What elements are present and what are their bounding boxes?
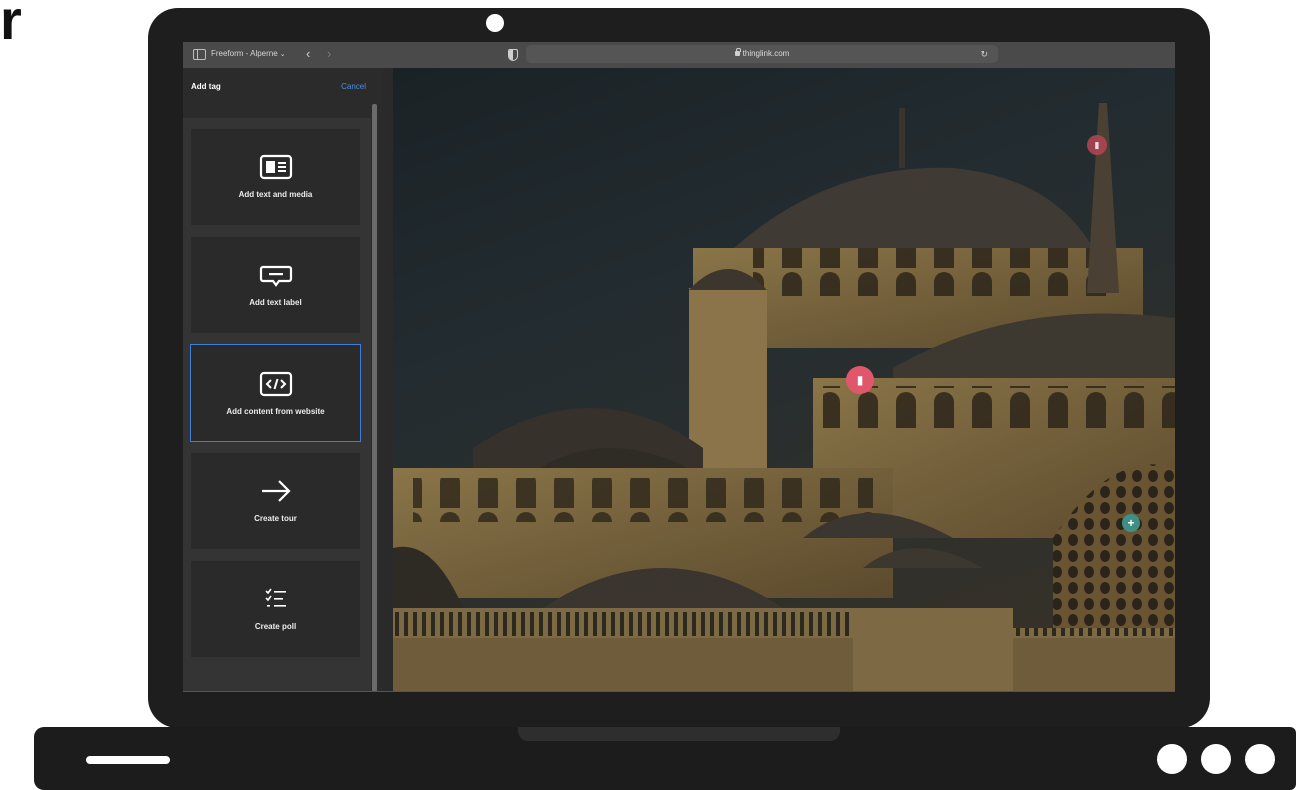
shield-icon[interactable] <box>508 49 518 61</box>
address-bar[interactable]: thinglink.com ↻ <box>526 45 998 63</box>
laptop-base-notch <box>518 727 840 741</box>
panel-title: Add tag <box>191 82 221 91</box>
base-dot <box>1157 744 1187 774</box>
panel-scrollbar[interactable] <box>372 104 377 692</box>
cancel-button[interactable]: Cancel <box>341 82 366 91</box>
sidebar-toggle-icon[interactable] <box>193 49 206 60</box>
base-dot <box>1201 744 1231 774</box>
image-canvas[interactable]: ▮ ▮ + <box>393 68 1175 692</box>
add-content-from-website-card[interactable]: Add content from website <box>190 344 361 442</box>
plus-circle-icon: + <box>1127 516 1135 530</box>
card-label: Create tour <box>254 514 297 523</box>
panel-card-list: Add text and media Add text label Add co… <box>183 118 371 692</box>
back-button[interactable]: ‹ <box>306 46 310 61</box>
add-text-and-media-card[interactable]: Add text and media <box>191 129 360 225</box>
create-poll-card[interactable]: Create poll <box>191 561 360 657</box>
arrow-right-icon <box>261 480 291 502</box>
forward-button[interactable]: › <box>327 46 331 61</box>
add-tag-panel: Add tag Cancel Add text and media Add te… <box>183 68 382 692</box>
url-text: thinglink.com <box>742 49 790 58</box>
text-media-icon <box>259 154 292 180</box>
add-text-label-card[interactable]: Add text label <box>191 237 360 333</box>
laptop-screen: Freeform - Alperne ⌄ ‹ › thinglink.com ↻ … <box>183 42 1175 692</box>
card-label: Add content from website <box>226 407 325 416</box>
map-icon: ▮ <box>1094 139 1100 150</box>
map-tag-hotspot[interactable]: ▮ <box>846 366 874 394</box>
code-icon <box>259 371 292 397</box>
card-label: Add text label <box>249 298 302 307</box>
tab-group-label: Freeform - Alperne <box>211 49 278 58</box>
base-dot <box>1245 744 1275 774</box>
corner-letter: r <box>0 0 22 51</box>
reload-icon[interactable]: ↻ <box>980 45 988 63</box>
speech-label-icon <box>259 265 292 287</box>
browser-toolbar: Freeform - Alperne ⌄ ‹ › thinglink.com ↻ <box>183 42 1175 68</box>
base-slot <box>86 756 170 764</box>
camera-dot <box>486 14 504 32</box>
checklist-icon <box>264 588 286 607</box>
map-tag-hotspot[interactable]: ▮ <box>1087 135 1107 155</box>
lock-icon <box>734 48 741 56</box>
card-label: Create poll <box>254 622 297 631</box>
screen-bottom-edge <box>183 691 1175 692</box>
chevron-down-icon: ⌄ <box>279 51 286 58</box>
add-tag-hotspot[interactable]: + <box>1122 514 1140 532</box>
map-icon: ▮ <box>856 373 864 387</box>
tab-group-selector[interactable]: Freeform - Alperne ⌄ <box>211 49 286 58</box>
card-label: Add text and media <box>238 190 313 199</box>
mosque-image <box>393 103 1175 692</box>
panel-header: Add tag Cancel <box>183 68 382 106</box>
create-tour-card[interactable]: Create tour <box>191 453 360 549</box>
